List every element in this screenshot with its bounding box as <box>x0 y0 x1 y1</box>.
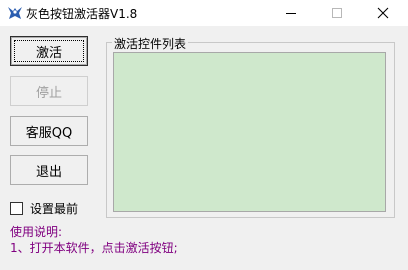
activated-controls-list[interactable] <box>113 52 386 212</box>
focus-rectangle <box>14 40 84 62</box>
title-bar[interactable]: 灰色按钮激活器V1.8 <box>0 0 408 26</box>
maximize-button[interactable] <box>314 0 360 26</box>
support-qq-button[interactable]: 客服QQ <box>10 116 88 146</box>
activated-controls-group-label: 激活控件列表 <box>112 35 189 52</box>
maximize-icon <box>332 8 342 18</box>
minimize-button[interactable] <box>268 0 314 26</box>
exit-button[interactable]: 退出 <box>10 155 88 185</box>
topmost-option[interactable]: 设置最前 <box>10 200 78 216</box>
topmost-checkbox[interactable] <box>10 201 23 215</box>
window-title: 灰色按钮激活器V1.8 <box>26 7 138 21</box>
activate-button[interactable]: 激活 <box>10 36 88 66</box>
stop-button-label: 停止 <box>35 85 62 101</box>
client-area: 激活 停止 客服QQ 退出 设置最前 激活控件列表 使用说明: 1、打开本软件，… <box>0 26 408 270</box>
support-qq-button-label: 客服QQ <box>25 125 73 141</box>
instructions-heading: 使用说明: <box>10 225 63 239</box>
app-bird-icon <box>8 7 22 19</box>
stop-button[interactable]: 停止 <box>10 76 88 106</box>
minimize-icon <box>286 13 296 14</box>
topmost-checkbox-label: 设置最前 <box>30 201 79 216</box>
instructions-step-1: 1、打开本软件，点击激活按钮; <box>10 241 178 255</box>
exit-button-label: 退出 <box>35 164 62 180</box>
close-button[interactable] <box>360 0 406 26</box>
usage-instructions: 使用说明: 1、打开本软件，点击激活按钮; <box>10 224 178 256</box>
close-icon <box>377 7 389 19</box>
